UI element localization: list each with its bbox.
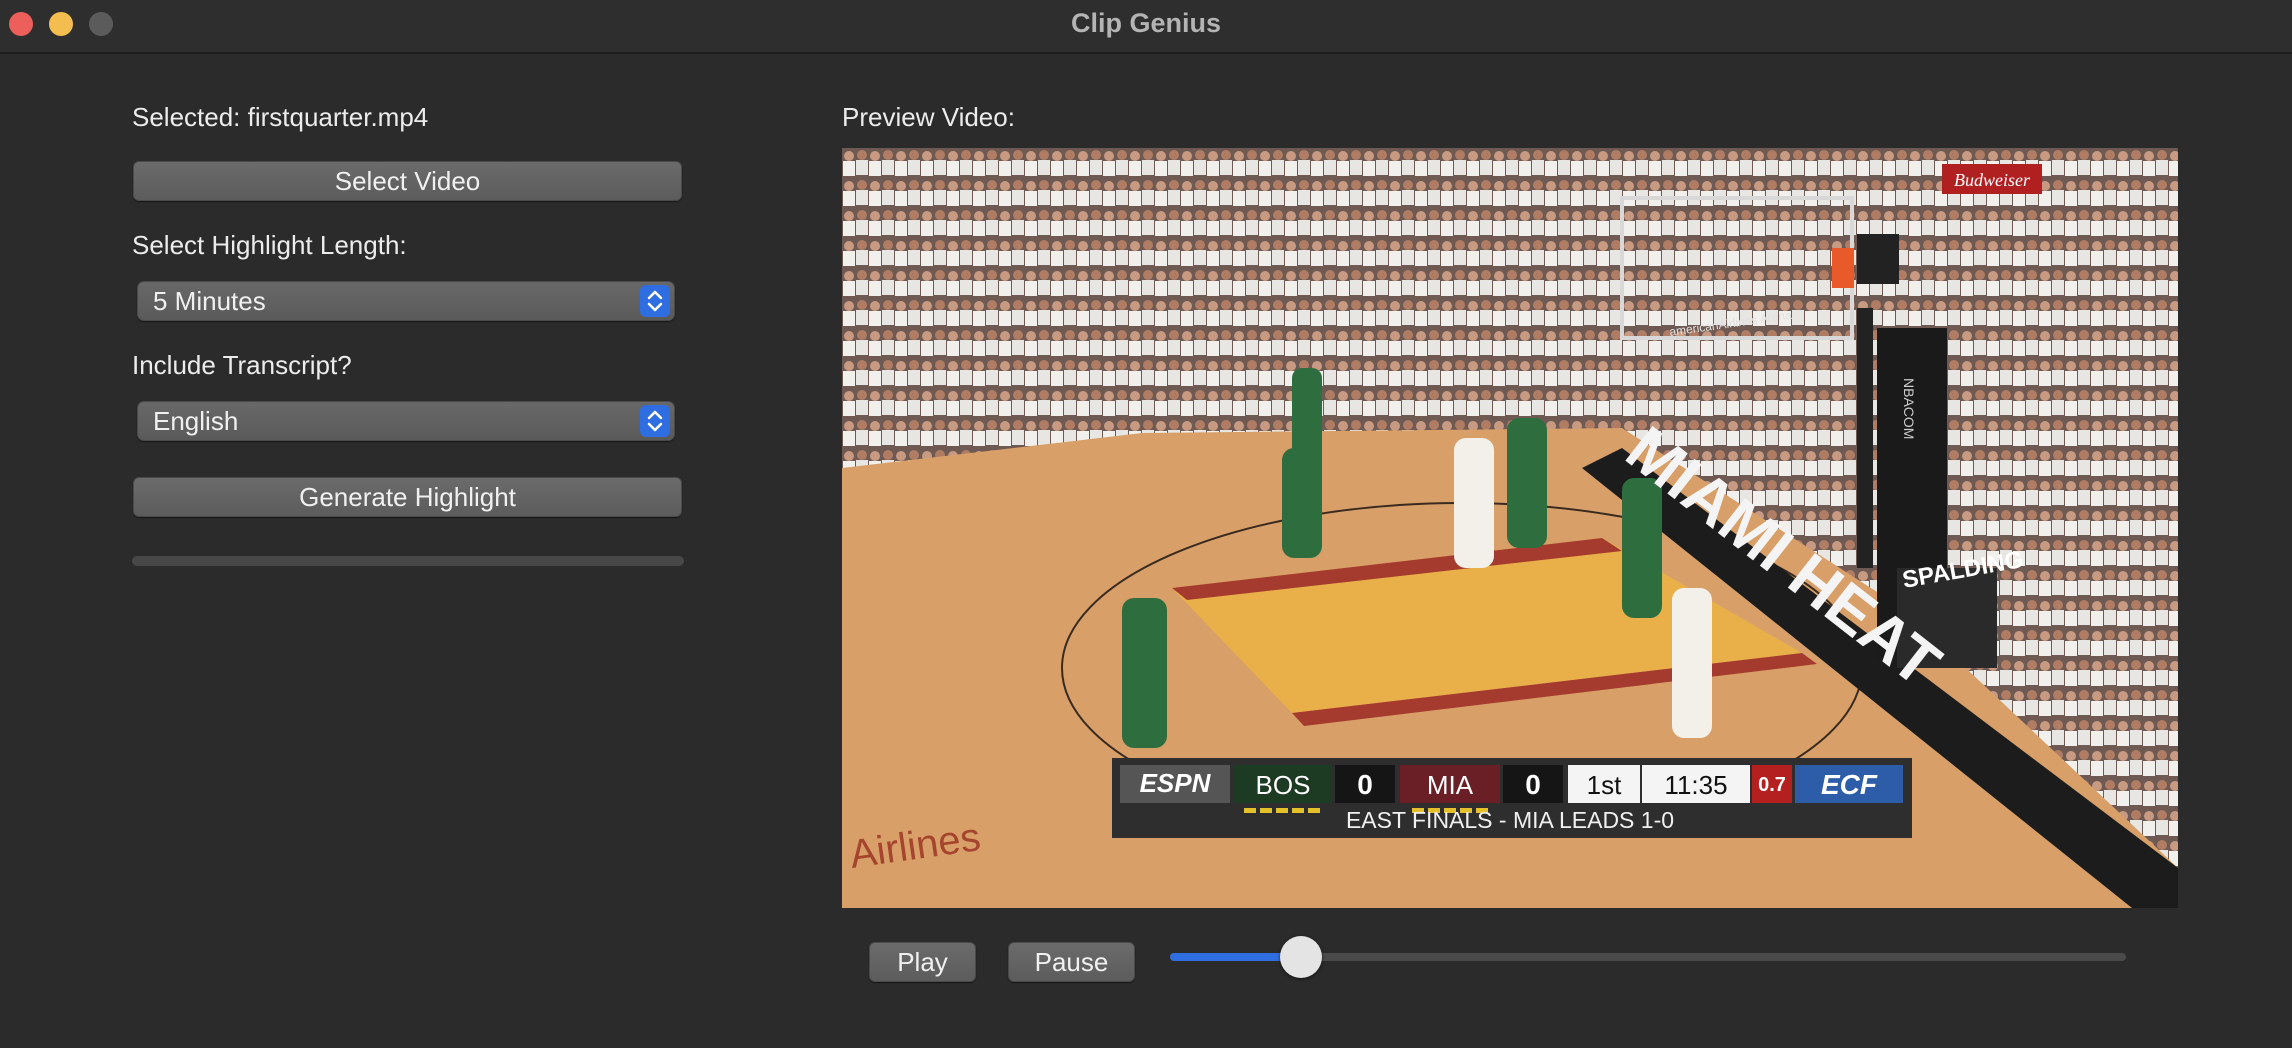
playback-slider[interactable] xyxy=(1170,936,2126,978)
title-bar: Clip Genius xyxy=(0,0,2292,54)
chevron-updown-icon xyxy=(640,285,670,317)
scoreboard-ticker: EAST FINALS - MIA LEADS 1-0 xyxy=(1346,807,1674,833)
scoreboard-network: ESPN xyxy=(1140,768,1212,798)
generate-highlight-button[interactable]: Generate Highlight xyxy=(133,477,682,517)
transcript-label: Include Transcript? xyxy=(132,350,352,380)
highlight-length-select[interactable]: 5 Minutes xyxy=(137,281,675,321)
stanchion-side-text: NBACOM xyxy=(1901,378,1917,439)
scoreboard-team1: BOS xyxy=(1256,770,1311,800)
preview-video-label: Preview Video: xyxy=(842,102,1015,132)
scoreboard-clock: 11:35 xyxy=(1664,770,1727,800)
arena-sign-text: Budweiser xyxy=(1954,170,2031,190)
video-frame: ESPN BOS 0 MIA 0 1st 11:35 0.7 ECF EAST … xyxy=(842,148,2178,908)
scoreboard-score2: 0 xyxy=(1525,769,1541,800)
pause-button[interactable]: Pause xyxy=(1008,942,1135,982)
highlight-length-label: Select Highlight Length: xyxy=(132,230,407,260)
window-title: Clip Genius xyxy=(1070,8,1222,38)
scoreboard-team2: MIA xyxy=(1427,770,1474,800)
generation-progress-bar xyxy=(132,556,684,566)
play-button[interactable]: Play xyxy=(869,942,976,982)
select-video-button[interactable]: Select Video xyxy=(133,161,682,201)
scoreboard-period: 1st xyxy=(1587,770,1622,800)
video-preview-player[interactable]: ESPN BOS 0 MIA 0 1st 11:35 0.7 ECF EAST … xyxy=(842,148,2178,908)
transcript-value: English xyxy=(153,406,239,436)
transcript-select[interactable]: English xyxy=(137,401,675,441)
playback-slider-knob[interactable] xyxy=(1280,936,1322,978)
scoreboard-series-logo: ECF xyxy=(1821,769,1878,800)
selected-file-label: Selected: firstquarter.mp4 xyxy=(132,102,429,132)
scoreboard-shot-clock: 0.7 xyxy=(1758,774,1786,796)
highlight-length-value: 5 Minutes xyxy=(153,286,266,316)
chevron-updown-icon xyxy=(640,405,670,437)
scoreboard-score1: 0 xyxy=(1357,769,1373,800)
